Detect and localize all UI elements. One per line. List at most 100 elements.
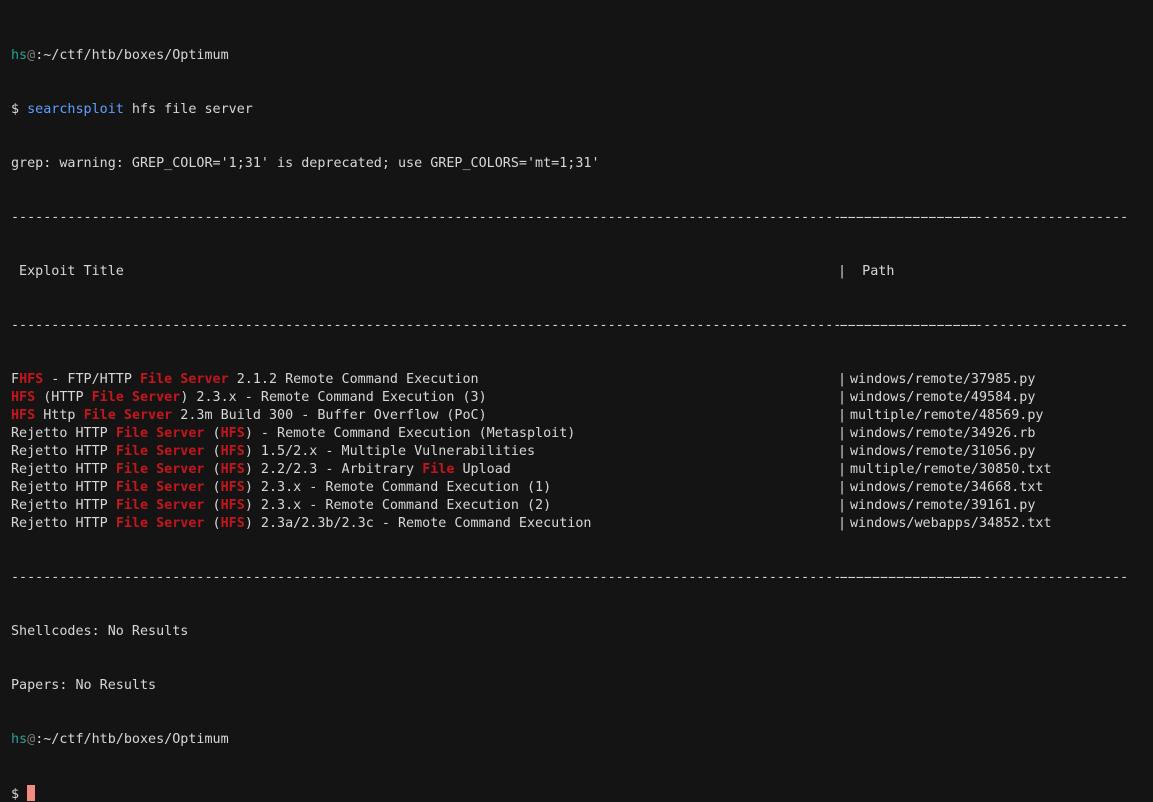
separator-right: ------------------------------------ — [838, 318, 1129, 333]
prompt-user: hs — [11, 48, 28, 63]
grep-warning: grep: warning: GREP_COLOR='1;31' is depr… — [11, 156, 600, 171]
prompt-at: @ — [27, 48, 36, 63]
match-highlight: HFS — [220, 498, 245, 513]
title-text: ) 1.5/2.x - Multiple Vulnerabilities — [244, 444, 536, 459]
separator-left: ----------------------------------------… — [11, 570, 979, 585]
column-bar: | — [838, 462, 847, 477]
title-text: Rejetto HTTP — [11, 444, 116, 459]
table-row: Rejetto HTTP File Server (HFS) 2.2/2.3 -… — [11, 461, 1153, 479]
title-text: ) 2.3.x - Remote Command Execution (3) — [180, 390, 487, 405]
header-bar: | — [838, 264, 847, 279]
match-highlight: File Server — [83, 408, 173, 423]
title-text: ( — [204, 462, 221, 477]
input-line[interactable]: $ — [11, 785, 1153, 802]
exploit-path: windows/remote/37985.py — [850, 372, 1036, 387]
match-highlight: File Server — [115, 426, 205, 441]
title-text: ( — [204, 516, 221, 531]
column-bar: | — [838, 498, 847, 513]
prompt-cwd: :~/ctf/htb/boxes/Optimum — [35, 48, 229, 63]
title-text: ) 2.2/2.3 - Arbitrary — [244, 462, 423, 477]
exploit-title: Rejetto HTTP File Server (HFS) 2.3.x - R… — [11, 497, 838, 515]
exploit-title: Rejetto HTTP File Server (HFS) 2.3a/2.3b… — [11, 515, 838, 533]
table-row: HFS Http File Server 2.3m Build 300 - Bu… — [11, 407, 1153, 425]
results-table: FHFS - FTP/HTTP File Server 2.1.2 Remote… — [11, 371, 1153, 533]
shellcodes-result: Shellcodes: No Results — [11, 624, 189, 639]
title-text: ( — [204, 480, 221, 495]
column-bar: | — [838, 480, 847, 495]
exploit-path: multiple/remote/48569.py — [850, 408, 1044, 423]
column-bar: | — [838, 390, 847, 405]
title-text: - FTP/HTTP — [43, 372, 140, 387]
column-bar: | — [838, 516, 847, 531]
title-text: (HTTP — [35, 390, 92, 405]
match-highlight: HFS — [19, 372, 44, 387]
match-highlight: File Server — [115, 516, 205, 531]
header-path: Path — [846, 264, 895, 279]
exploit-path: windows/webapps/34852.txt — [850, 516, 1052, 531]
separator-header: ----------------------------------------… — [11, 317, 1153, 335]
match-highlight: HFS — [220, 444, 245, 459]
exploit-title: Rejetto HTTP File Server (HFS) 2.3.x - R… — [11, 479, 838, 497]
table-row: Rejetto HTTP File Server (HFS) 2.3a/2.3b… — [11, 515, 1153, 533]
table-row: Rejetto HTTP File Server (HFS) 1.5/2.x -… — [11, 443, 1153, 461]
column-bar: | — [838, 426, 847, 441]
table-header: Exploit Title | Path — [11, 263, 1153, 281]
prompt-at: @ — [27, 732, 36, 747]
exploit-path: windows/remote/39161.py — [850, 498, 1036, 513]
prompt-dollar: $ — [11, 102, 28, 117]
terminal-window[interactable]: hs@:~/ctf/htb/boxes/Optimum $ searchsplo… — [0, 0, 1153, 802]
exploit-title: HFS Http File Server 2.3m Build 300 - Bu… — [11, 407, 838, 425]
title-text: ) - Remote Command Execution (Metasploit… — [244, 426, 576, 441]
title-text: Rejetto HTTP — [11, 462, 116, 477]
exploit-title: HFS (HTTP File Server) 2.3.x - Remote Co… — [11, 389, 838, 407]
separator-right: ------------------------------------ — [838, 570, 1129, 585]
prompt-line-2: hs@:~/ctf/htb/boxes/Optimum — [11, 731, 1153, 749]
separator-top: ----------------------------------------… — [11, 209, 1153, 227]
column-bar: | — [838, 408, 847, 423]
command-line: $ searchsploit hfs file server — [11, 101, 1153, 119]
separator-left: ----------------------------------------… — [11, 210, 979, 225]
exploit-path: windows/remote/49584.py — [850, 390, 1036, 405]
exploit-title: Rejetto HTTP File Server (HFS) 1.5/2.x -… — [11, 443, 838, 461]
papers-result: Papers: No Results — [11, 678, 157, 693]
title-text: Rejetto HTTP — [11, 516, 116, 531]
match-highlight: HFS — [220, 426, 245, 441]
prompt-dollar: $ — [11, 787, 28, 802]
title-text: ( — [204, 426, 221, 441]
table-row: Rejetto HTTP File Server (HFS) 2.3.x - R… — [11, 479, 1153, 497]
title-text: ( — [204, 444, 221, 459]
match-highlight: File — [422, 462, 455, 477]
table-row: Rejetto HTTP File Server (HFS) - Remote … — [11, 425, 1153, 443]
match-highlight: HFS — [220, 480, 245, 495]
match-highlight: File Server — [140, 372, 229, 387]
title-text: ) 2.3a/2.3b/2.3c - Remote Command Execut… — [244, 516, 592, 531]
text-cursor[interactable] — [27, 785, 36, 801]
prompt-cwd: :~/ctf/htb/boxes/Optimum — [35, 732, 229, 747]
table-row: Rejetto HTTP File Server (HFS) 2.3.x - R… — [11, 497, 1153, 515]
title-text: Upload — [454, 462, 511, 477]
match-highlight: File Server — [115, 444, 205, 459]
exploit-path: multiple/remote/30850.txt — [850, 462, 1052, 477]
exploit-title: Rejetto HTTP File Server (HFS) 2.2/2.3 -… — [11, 461, 838, 479]
match-highlight: HFS — [220, 462, 245, 477]
title-text: F — [11, 372, 20, 387]
column-bar: | — [838, 372, 847, 387]
column-bar: | — [838, 444, 847, 459]
match-highlight: File Server — [115, 480, 205, 495]
header-exploit-title: Exploit Title — [11, 264, 124, 279]
title-text: Http — [35, 408, 84, 423]
title-text: 2.3m Build 300 - Buffer Overflow (PoC) — [172, 408, 487, 423]
separator-left: ----------------------------------------… — [11, 318, 979, 333]
title-text: Rejetto HTTP — [11, 426, 116, 441]
title-text: Rejetto HTTP — [11, 498, 116, 513]
match-highlight: HFS — [11, 390, 36, 405]
exploit-title: Rejetto HTTP File Server (HFS) - Remote … — [11, 425, 838, 443]
table-row: HFS (HTTP File Server) 2.3.x - Remote Co… — [11, 389, 1153, 407]
table-row: FHFS - FTP/HTTP File Server 2.1.2 Remote… — [11, 371, 1153, 389]
prompt-user: hs — [11, 732, 28, 747]
title-text: ) 2.3.x - Remote Command Execution (1) — [244, 480, 552, 495]
separator-bottom: ----------------------------------------… — [11, 569, 1153, 587]
exploit-path: windows/remote/31056.py — [850, 444, 1036, 459]
match-highlight: HFS — [220, 516, 245, 531]
title-text: ) 2.3.x - Remote Command Execution (2) — [244, 498, 552, 513]
